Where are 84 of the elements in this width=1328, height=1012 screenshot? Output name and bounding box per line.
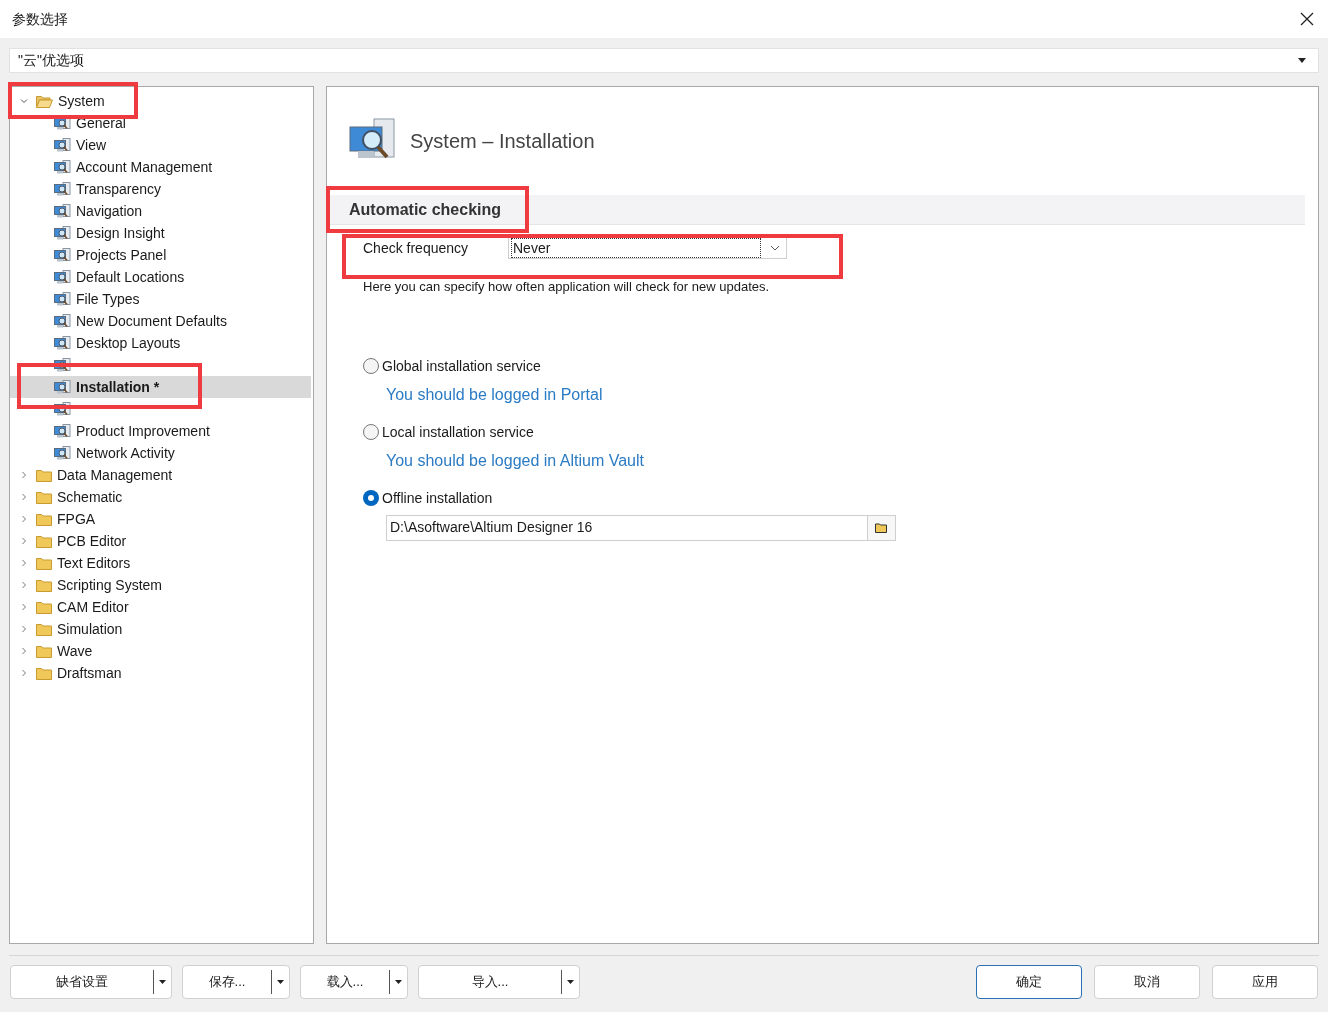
tree-item[interactable]: Design Insight <box>10 222 311 244</box>
window-title: 参数选择 <box>12 9 68 29</box>
tree-item[interactable]: FPGA <box>10 508 311 530</box>
folder-icon <box>36 578 52 592</box>
monitor-magnifier-icon <box>54 379 71 395</box>
monitor-magnifier-icon <box>54 203 71 219</box>
tree-item[interactable]: Navigation <box>10 200 311 222</box>
dropdown-arrow-icon <box>1298 58 1306 63</box>
tree-item[interactable]: Simulation <box>10 618 311 640</box>
split-button[interactable]: 保存... <box>182 965 290 999</box>
tree-item[interactable]: Text Editors <box>10 552 311 574</box>
dialog-button[interactable]: 应用 <box>1212 965 1318 999</box>
tree-item[interactable]: File Types <box>10 288 311 310</box>
monitor-magnifier-icon <box>54 335 71 351</box>
monitor-magnifier-icon <box>54 159 71 175</box>
monitor-magnifier-icon <box>54 137 71 153</box>
radio-label[interactable]: Global installation service <box>382 355 541 377</box>
monitor-magnifier-icon <box>54 181 71 197</box>
dropdown-arrow-icon[interactable] <box>159 980 166 984</box>
tree-item[interactable]: Product Improvement <box>10 420 311 442</box>
split-button[interactable]: 载入... <box>300 965 408 999</box>
monitor-magnifier-icon <box>54 357 71 373</box>
tree-item[interactable]: Desktop Layouts <box>10 332 311 354</box>
preset-dropdown[interactable]: "云"优选项 <box>9 48 1319 73</box>
tree-item[interactable]: Schematic <box>10 486 311 508</box>
monitor-magnifier-icon <box>54 313 71 329</box>
monitor-magnifier-icon <box>54 423 71 439</box>
folder-icon <box>36 468 52 482</box>
dropdown-arrow-icon[interactable] <box>395 980 402 984</box>
tree-item[interactable]: CAM Editor <box>10 596 311 618</box>
monitor-magnifier-icon <box>54 291 71 307</box>
dialog-button[interactable]: 取消 <box>1094 965 1200 999</box>
tree-item[interactable]: System <box>10 90 311 112</box>
tree-item[interactable]: Wave <box>10 640 311 662</box>
dropdown-arrow-icon[interactable] <box>277 980 284 984</box>
open-folder-icon <box>36 94 53 108</box>
close-icon[interactable] <box>1300 12 1314 26</box>
login-link[interactable]: You should be logged in Altium Vault <box>363 448 1305 473</box>
chevron-down-icon <box>770 245 780 251</box>
dialog-button[interactable]: 确定 <box>976 965 1082 999</box>
tree-item[interactable]: Projects Panel <box>10 244 311 266</box>
field-label: Check frequency <box>363 238 470 258</box>
browse-button[interactable] <box>867 515 895 540</box>
tree-item[interactable]: New Document Defaults <box>10 310 311 332</box>
tree-item[interactable]: Scripting System <box>10 574 311 596</box>
radio-label[interactable]: Offline installation <box>382 487 493 509</box>
monitor-magnifier-icon <box>54 225 71 241</box>
monitor-magnifier-icon <box>54 269 71 285</box>
radio-button[interactable] <box>363 490 379 506</box>
tree-item[interactable]: Data Management <box>10 464 311 486</box>
section-header: Automatic checking <box>330 195 1305 225</box>
page-title: System – Installation <box>410 129 595 154</box>
tree-item[interactable]: Network Activity <box>10 442 311 464</box>
split-button[interactable]: 缺省设置 <box>10 965 172 999</box>
folder-icon <box>36 622 52 636</box>
folder-icon <box>36 600 52 614</box>
dropdown-arrow-icon[interactable] <box>567 980 574 984</box>
tree-item[interactable]: General <box>10 112 311 134</box>
folder-icon <box>36 666 52 680</box>
folder-icon <box>36 644 52 658</box>
tree-item[interactable]: Transparency <box>10 178 311 200</box>
chevron-down-icon[interactable] <box>20 97 28 105</box>
description-text: Here you can specify how often application will check for new updates. <box>362 278 771 296</box>
radio-label[interactable]: Local installation service <box>382 421 534 443</box>
monitor-magnifier-icon <box>54 445 71 461</box>
path-field[interactable]: D:\Asoftware\Altium Designer 16 <box>386 514 896 541</box>
tree-item[interactable]: Default Locations <box>10 266 311 288</box>
tree-item[interactable]: Account Management <box>10 156 311 178</box>
tree-item[interactable]: Installation * <box>10 376 311 398</box>
frequency-dropdown[interactable]: Never <box>508 237 787 259</box>
folder-icon <box>875 522 888 533</box>
folder-icon <box>36 490 52 504</box>
login-link[interactable]: You should be logged in Portal <box>363 382 1305 407</box>
radio-button[interactable] <box>363 358 379 374</box>
folder-icon <box>36 512 52 526</box>
monitor-magnifier-icon <box>54 401 71 417</box>
monitor-magnifier-icon <box>54 247 71 263</box>
folder-icon <box>36 534 52 548</box>
tree-item[interactable]: Draftsman <box>10 662 311 684</box>
radio-button[interactable] <box>363 424 379 440</box>
split-button[interactable]: 导入... <box>418 965 580 999</box>
folder-icon <box>36 556 52 570</box>
tree-item[interactable]: View <box>10 134 311 156</box>
tree-item[interactable]: PCB Editor <box>10 530 311 552</box>
